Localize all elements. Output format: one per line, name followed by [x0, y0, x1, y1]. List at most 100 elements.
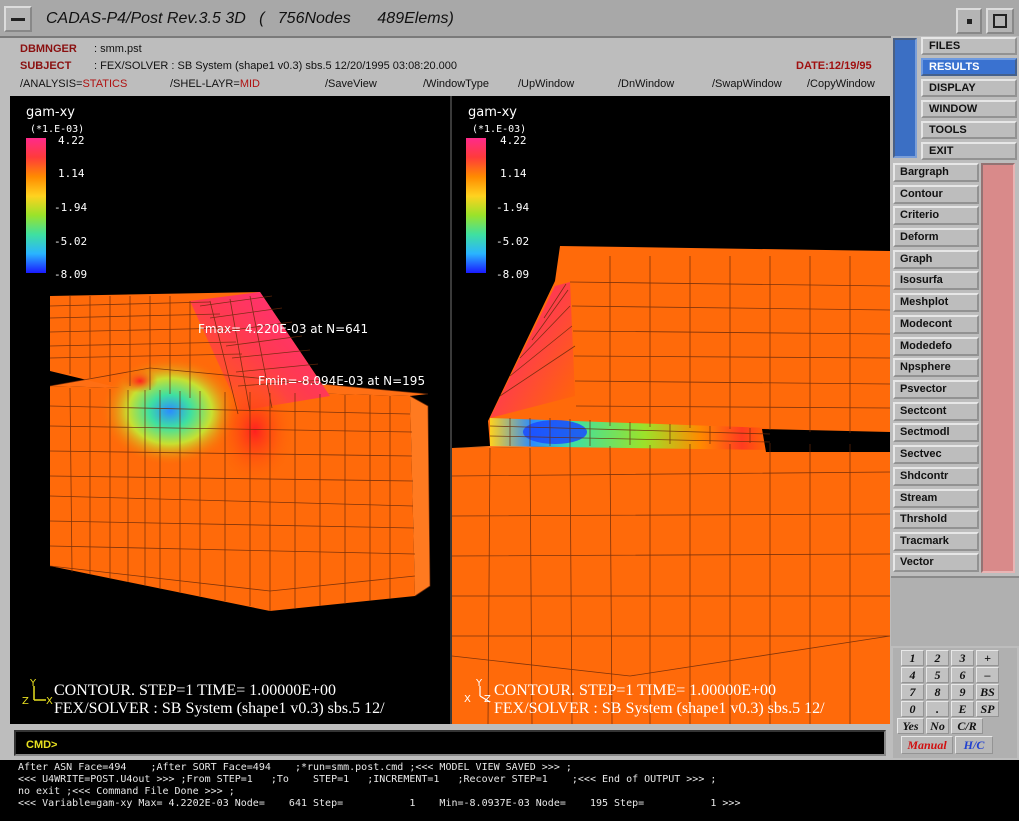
- legend-colorbar: [466, 138, 486, 273]
- left-contour-blob-hot-2: [122, 369, 158, 393]
- right-upper-ramp: [490, 282, 575, 418]
- key-2[interactable]: 2: [926, 650, 949, 666]
- command-bar: CMD>: [10, 726, 890, 760]
- shell-value: MID: [239, 78, 260, 90]
- legend-tick: 1.14: [58, 167, 85, 180]
- command-input[interactable]: CMD>: [14, 730, 886, 756]
- dn-window-button[interactable]: /DnWindow: [618, 78, 674, 90]
- legend-tick: -1.94: [496, 201, 529, 214]
- menu-display[interactable]: DISPLAY: [921, 79, 1017, 97]
- axis-z-label: Z: [484, 694, 491, 705]
- key-e[interactable]: E: [951, 701, 974, 717]
- viewport-divider: [450, 96, 452, 724]
- submenu-shdcontr[interactable]: Shdcontr: [893, 467, 979, 486]
- submenu-deform[interactable]: Deform: [893, 228, 979, 247]
- menu-tools[interactable]: TOOLS: [921, 121, 1017, 139]
- fmax-label: Fmax= 4.220E-03 at N=641: [198, 322, 368, 336]
- submenu-criterio[interactable]: Criterio: [893, 206, 979, 225]
- axis-triad: Y Z X: [22, 678, 53, 707]
- submenu-modedefo[interactable]: Modedefo: [893, 337, 979, 356]
- manual-button[interactable]: Manual: [901, 736, 953, 754]
- submenu-isosurfa[interactable]: Isosurfa: [893, 271, 979, 290]
- legend-tick: 4.22: [500, 134, 527, 147]
- key-9[interactable]: 9: [951, 684, 974, 700]
- up-window-button[interactable]: /UpWindow: [518, 78, 574, 90]
- analysis-option[interactable]: /ANALYSIS=STATICS: [20, 78, 127, 90]
- submenu-npsphere[interactable]: Npsphere: [893, 358, 979, 377]
- contour-status: CONTOUR. STEP=1 TIME= 1.00000E+00: [54, 682, 336, 699]
- log-line: After ASN Face=494 ;After SORT Face=494 …: [18, 762, 572, 773]
- left-view: Fmax= 4.220E-03 at N=641 Fmin=-8.094E-03…: [22, 105, 431, 717]
- legend-title: gam-xy: [26, 105, 75, 120]
- key-dot[interactable]: .: [926, 701, 949, 717]
- submenu-modecont[interactable]: Modecont: [893, 315, 979, 334]
- legend-tick: -8.09: [496, 268, 529, 281]
- submenu-stream[interactable]: Stream: [893, 489, 979, 508]
- menu-files[interactable]: FILES: [921, 37, 1017, 55]
- dbmnger-value: : smm.pst: [94, 43, 142, 55]
- axis-y-label: Y: [29, 678, 37, 689]
- menu-exit[interactable]: EXIT: [921, 142, 1017, 160]
- key-7[interactable]: 7: [901, 684, 924, 700]
- graphics-viewport[interactable]: Fmax= 4.220E-03 at N=641 Fmin=-8.094E-03…: [10, 96, 890, 724]
- menu-bar-icon: [11, 18, 25, 21]
- key-6[interactable]: 6: [951, 667, 974, 683]
- swap-window-button[interactable]: /SwapWindow: [712, 78, 782, 90]
- key-minus[interactable]: –: [976, 667, 999, 683]
- menu-window[interactable]: WINDOW: [921, 100, 1017, 118]
- view-toolbar: /ANALYSIS=STATICS /SHEL-LAYR=MID /SaveVi…: [20, 78, 890, 92]
- key-8[interactable]: 8: [926, 684, 949, 700]
- subject-value: : FEX/SOLVER : SB System (shape1 v0.3) s…: [94, 60, 458, 72]
- main-menu-scrollbar[interactable]: [893, 38, 917, 158]
- submenu-scrollbar[interactable]: [981, 163, 1015, 573]
- shell-layer-option[interactable]: /SHEL-LAYR=MID: [170, 78, 260, 90]
- maximize-icon: [993, 14, 1007, 28]
- key-backspace[interactable]: BS: [976, 684, 999, 700]
- axis-y-label: Y: [475, 678, 483, 689]
- save-view-button[interactable]: /SaveView: [325, 78, 377, 90]
- window-type-button[interactable]: /WindowType: [423, 78, 489, 90]
- key-yes[interactable]: Yes: [897, 718, 924, 734]
- submenu-vector[interactable]: Vector: [893, 553, 979, 572]
- submenu-contour[interactable]: Contour: [893, 185, 979, 204]
- key-space[interactable]: SP: [976, 701, 999, 717]
- numeric-keypad: 1 2 3 + 4 5 6 – 7 8 9 BS 0 . E SP Yes No…: [893, 648, 1017, 758]
- legend-tick: 4.22: [58, 134, 85, 147]
- results-submenu: Bargraph Contour Criterio Deform Graph I…: [891, 161, 1019, 575]
- solver-status: FEX/SOLVER : SB System (shape1 v0.3) sbs…: [494, 700, 825, 717]
- header-info: DBMNGER : smm.pst SUBJECT : FEX/SOLVER :…: [10, 38, 890, 94]
- submenu-sectcont[interactable]: Sectcont: [893, 402, 979, 421]
- key-cr[interactable]: C/R: [951, 718, 983, 734]
- title-bar: CADAS-P4/Post Rev.3.5 3D ( 756Nodes 489E…: [0, 0, 1019, 38]
- copy-window-button[interactable]: /CopyWindow: [807, 78, 875, 90]
- menu-results[interactable]: RESULTS: [921, 58, 1017, 76]
- log-line: <<< U4WRITE=POST.U4out >>> ;From STEP=1 …: [18, 774, 717, 785]
- key-5[interactable]: 5: [926, 667, 949, 683]
- minimize-button[interactable]: [956, 8, 982, 34]
- key-4[interactable]: 4: [901, 667, 924, 683]
- key-no[interactable]: No: [926, 718, 949, 734]
- key-plus[interactable]: +: [976, 650, 999, 666]
- submenu-graph[interactable]: Graph: [893, 250, 979, 269]
- legend-colorbar: [26, 138, 46, 273]
- window-title: CADAS-P4/Post Rev.3.5 3D ( 756Nodes 489E…: [46, 10, 454, 27]
- submenu-psvector[interactable]: Psvector: [893, 380, 979, 399]
- key-1[interactable]: 1: [901, 650, 924, 666]
- window-menu-button[interactable]: [4, 6, 32, 32]
- cmd-prompt: CMD>: [26, 739, 58, 751]
- log-line: no exit ;<<< Command File Done >>> ;: [18, 786, 235, 797]
- legend-tick: -1.94: [54, 201, 87, 214]
- log-line: <<< Variable=gam-xy Max= 4.2202E-03 Node…: [18, 798, 741, 809]
- submenu-sectvec[interactable]: Sectvec: [893, 445, 979, 464]
- subject-label: SUBJECT: [20, 60, 72, 72]
- key-0[interactable]: 0: [901, 701, 924, 717]
- maximize-button[interactable]: [986, 8, 1014, 34]
- submenu-meshplot[interactable]: Meshplot: [893, 293, 979, 312]
- submenu-thrshold[interactable]: Thrshold: [893, 510, 979, 529]
- submenu-tracmark[interactable]: Tracmark: [893, 532, 979, 551]
- key-3[interactable]: 3: [951, 650, 974, 666]
- hardcopy-button[interactable]: H/C: [955, 736, 993, 754]
- main-menu: FILES RESULTS DISPLAY WINDOW TOOLS EXIT: [891, 36, 1019, 160]
- submenu-bargraph[interactable]: Bargraph: [893, 163, 979, 182]
- submenu-sectmodl[interactable]: Sectmodl: [893, 423, 979, 442]
